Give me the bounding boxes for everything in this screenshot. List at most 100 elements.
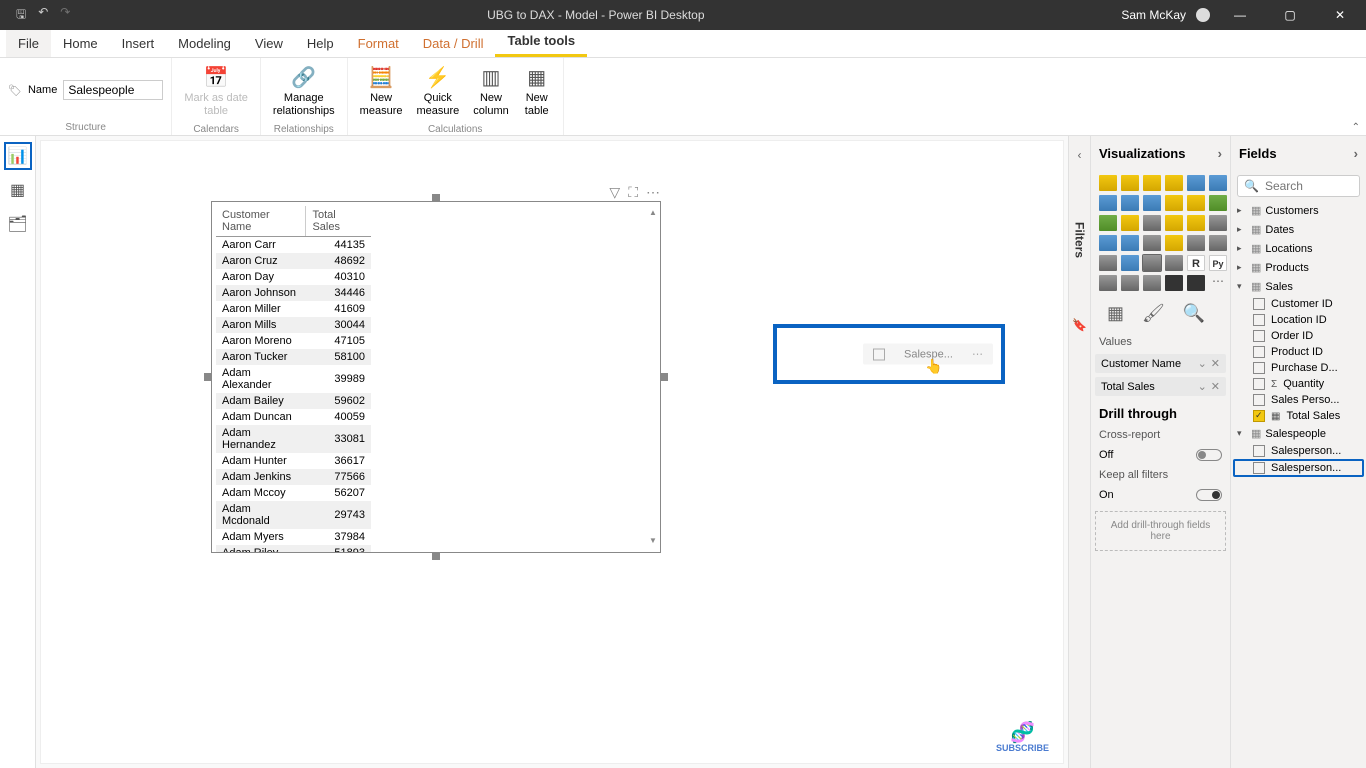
- field-sales-person[interactable]: Sales Perso...: [1233, 392, 1364, 408]
- table-row[interactable]: Aaron Miller41609: [216, 301, 371, 317]
- viz-stacked-bar[interactable]: [1099, 175, 1117, 191]
- table-row[interactable]: Adam Duncan40059: [216, 409, 371, 425]
- viz-area[interactable]: [1121, 195, 1139, 211]
- table-row[interactable]: Aaron Day40310: [216, 269, 371, 285]
- new-measure-button[interactable]: 🧮 New measure: [356, 62, 407, 120]
- field-quantity[interactable]: ΣQuantity: [1233, 376, 1364, 392]
- menu-insert[interactable]: Insert: [110, 30, 167, 57]
- viz-map[interactable]: [1099, 235, 1117, 251]
- drill-drop-zone[interactable]: Add drill-through fields here: [1095, 511, 1226, 551]
- viz-card[interactable]: [1187, 235, 1205, 251]
- viz-clustered-column[interactable]: [1165, 175, 1183, 191]
- mark-as-date-button[interactable]: 📅 Mark as date table: [180, 62, 252, 120]
- viz-filled-map[interactable]: [1121, 235, 1139, 251]
- filters-collapsed[interactable]: ‹ Filters 🔖: [1068, 136, 1090, 768]
- viz-stacked-column[interactable]: [1121, 175, 1139, 191]
- panel-collapse-icon[interactable]: ›: [1218, 146, 1222, 161]
- table-row[interactable]: Adam Bailey59602: [216, 393, 371, 409]
- table-row[interactable]: Aaron Mills30044: [216, 317, 371, 333]
- minimize-icon[interactable]: —: [1220, 0, 1260, 30]
- remove-icon[interactable]: ✕: [1211, 357, 1220, 370]
- menu-view[interactable]: View: [243, 30, 295, 57]
- viz-qa[interactable]: [1143, 275, 1161, 291]
- viz-scatter[interactable]: [1143, 215, 1161, 231]
- field-salesperson-2[interactable]: Salesperson...: [1233, 459, 1364, 477]
- viz-matrix[interactable]: [1165, 255, 1183, 271]
- viz-multi-card[interactable]: [1209, 235, 1227, 251]
- search-input[interactable]: [1265, 179, 1345, 193]
- table-row[interactable]: Adam Myers37984: [216, 529, 371, 545]
- viz-clustered-bar[interactable]: [1143, 175, 1161, 191]
- table-products[interactable]: ▦Products: [1233, 258, 1364, 277]
- viz-line-stacked[interactable]: [1165, 195, 1183, 211]
- table-row[interactable]: Adam Hernandez33081: [216, 425, 371, 453]
- new-table-button[interactable]: ▦ New table: [519, 62, 555, 120]
- menu-home[interactable]: Home: [51, 30, 110, 57]
- cross-report-toggle[interactable]: [1196, 449, 1222, 461]
- table-visual[interactable]: ▽ ⛶ ⋯ Customer Name Total Sales Aaron Ca…: [211, 201, 661, 553]
- table-row[interactable]: Adam Mcdonald29743: [216, 501, 371, 529]
- viz-treemap[interactable]: [1209, 215, 1227, 231]
- remove-icon[interactable]: ✕: [1211, 380, 1220, 393]
- ribbon-collapse-icon[interactable]: ⌃: [1352, 122, 1360, 133]
- filters-expand-icon[interactable]: ‹: [1078, 148, 1082, 162]
- table-dates[interactable]: ▦Dates: [1233, 220, 1364, 239]
- viz-pie[interactable]: [1165, 215, 1183, 231]
- table-row[interactable]: Adam Mccoy56207: [216, 485, 371, 501]
- table-salespeople[interactable]: ▦Salespeople: [1233, 424, 1364, 443]
- close-icon[interactable]: ✕: [1320, 0, 1360, 30]
- field-salesperson-1[interactable]: Salesperson...: [1233, 443, 1364, 459]
- analytics-mode-icon[interactable]: 🔍: [1183, 303, 1205, 324]
- table-row[interactable]: Aaron Johnson34446: [216, 285, 371, 301]
- redo-icon[interactable]: ↷: [60, 5, 70, 26]
- viz-line-clustered[interactable]: [1187, 195, 1205, 211]
- col-customer-name[interactable]: Customer Name: [216, 206, 306, 237]
- slicer-checkbox[interactable]: [873, 348, 885, 360]
- report-view-button[interactable]: 📊: [4, 142, 32, 170]
- menu-file[interactable]: File: [6, 30, 51, 57]
- table-row[interactable]: Adam Riley51893: [216, 545, 371, 552]
- panel-collapse-icon[interactable]: ›: [1354, 146, 1358, 161]
- viz-shape-map[interactable]: [1143, 235, 1161, 251]
- viz-waterfall[interactable]: [1099, 215, 1117, 231]
- manage-relationships-button[interactable]: 🔗 Manage relationships: [269, 62, 339, 120]
- field-total-sales[interactable]: ▦Total Sales: [1233, 408, 1364, 424]
- menu-modeling[interactable]: Modeling: [166, 30, 243, 57]
- menu-help[interactable]: Help: [295, 30, 346, 57]
- viz-ribbon[interactable]: [1209, 195, 1227, 211]
- menu-table-tools[interactable]: Table tools: [495, 27, 587, 57]
- canvas[interactable]: ▽ ⛶ ⋯ Customer Name Total Sales Aaron Ca…: [40, 140, 1064, 764]
- slicer-visual[interactable]: Salespe... ⋯ 👆: [773, 324, 1005, 384]
- table-row[interactable]: Aaron Carr44135: [216, 237, 371, 254]
- focus-icon[interactable]: ⛶: [628, 184, 638, 201]
- table-row[interactable]: Aaron Cruz48692: [216, 253, 371, 269]
- table-sales[interactable]: ▦Sales: [1233, 277, 1364, 296]
- undo-icon[interactable]: ↶: [38, 5, 48, 26]
- viz-powerapps[interactable]: [1187, 275, 1205, 291]
- name-input[interactable]: [63, 80, 163, 100]
- viz-table[interactable]: [1143, 255, 1161, 271]
- viz-funnel[interactable]: [1121, 215, 1139, 231]
- well-total-sales[interactable]: Total Sales ⌄✕: [1095, 377, 1226, 396]
- field-product-id[interactable]: Product ID: [1233, 344, 1364, 360]
- chevron-down-icon[interactable]: ⌄: [1198, 380, 1207, 393]
- viz-line[interactable]: [1099, 195, 1117, 211]
- table-customers[interactable]: ▦Customers: [1233, 201, 1364, 220]
- col-total-sales[interactable]: Total Sales: [306, 206, 371, 237]
- menu-format[interactable]: Format: [346, 30, 411, 57]
- viz-100-column[interactable]: [1209, 175, 1227, 191]
- fields-search[interactable]: 🔍: [1237, 175, 1360, 197]
- filter-icon[interactable]: ▽: [609, 184, 620, 201]
- quick-measure-button[interactable]: ⚡ Quick measure: [412, 62, 463, 120]
- viz-kpi[interactable]: [1099, 255, 1117, 271]
- data-view-button[interactable]: ▦: [4, 176, 32, 204]
- bookmark-icon[interactable]: 🔖: [1072, 318, 1087, 332]
- chevron-down-icon[interactable]: ⌄: [1198, 357, 1207, 370]
- viz-stacked-area[interactable]: [1143, 195, 1161, 211]
- viz-more[interactable]: ⋯: [1209, 275, 1227, 291]
- field-location-id[interactable]: Location ID: [1233, 312, 1364, 328]
- viz-r[interactable]: R: [1187, 255, 1205, 271]
- table-row[interactable]: Adam Jenkins77566: [216, 469, 371, 485]
- table-row[interactable]: Adam Alexander39989: [216, 365, 371, 393]
- viz-arcgis[interactable]: [1165, 275, 1183, 291]
